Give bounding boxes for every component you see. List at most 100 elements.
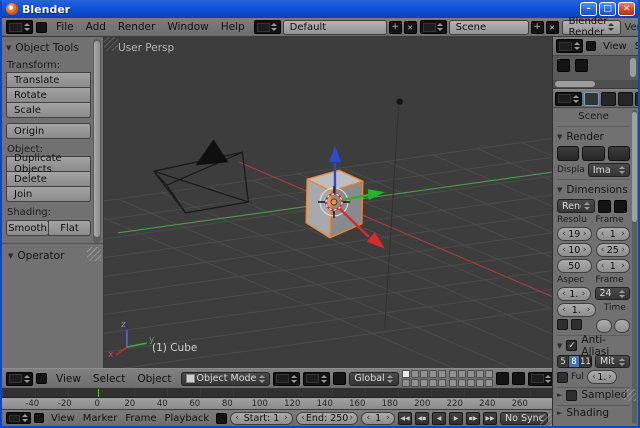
render-animation-button[interactable] [582,146,604,161]
layer-toggle[interactable] [420,379,428,387]
window-titlebar[interactable]: Blender – □ ✕ [2,0,638,18]
tool-button[interactable]: Scale [6,102,91,118]
add-preset-button[interactable] [598,200,611,213]
object-mode-dropdown[interactable]: Object Mode [181,372,271,386]
frame-end-field[interactable]: ‹25› [596,243,631,257]
anti-aliasing-checkbox[interactable]: ✓ [566,340,577,351]
timeline-ruler[interactable]: -40-200204060801001201401601802002202402… [2,398,552,410]
layer-toggle[interactable] [449,370,457,378]
aa-filter-dropdown[interactable]: Mit [595,355,630,368]
increment-arrow-icon[interactable]: › [586,304,592,316]
frame-step-field[interactable]: ‹1› [596,259,631,273]
display-mode-dropdown[interactable]: Ima [588,163,630,177]
shelf-scrollbar[interactable] [94,41,100,237]
scene-field[interactable]: Scene [449,20,529,35]
layer-toggle[interactable] [458,379,466,387]
editor-type-button[interactable] [555,92,582,106]
tool-button[interactable]: Smooth [6,220,49,236]
add-scene-button[interactable]: + [531,21,544,34]
aa-samples-5-button[interactable]: 5 [558,356,569,367]
panel-resize-grip[interactable] [624,389,636,401]
pivot-point-dropdown[interactable] [303,372,330,386]
frame-start-field[interactable]: ‹ Start: 1 › [230,412,293,425]
play-reverse-button[interactable]: ◀ [432,412,446,425]
editor-corner-grip[interactable] [104,37,118,51]
menu-item[interactable]: Add [80,21,112,33]
menu-item[interactable]: View [47,413,79,424]
panel-header-sampled[interactable]: ► Sampled [557,387,630,402]
screen-layout-browse-button[interactable] [254,20,281,34]
layer-toggle[interactable] [476,379,484,387]
next-keyframe-button[interactable]: ▪▶ [466,412,480,425]
aspect-x-field[interactable]: ‹1.› [557,287,591,301]
layer-toggle[interactable] [402,379,410,387]
properties-tab-world[interactable] [618,92,633,106]
resolution-percentage-field[interactable]: 50 [557,259,592,273]
tool-button[interactable]: Duplicate Objects [6,156,91,172]
increment-arrow-icon[interactable]: › [283,412,289,424]
panel-header-render[interactable]: ▼ Render [557,129,630,144]
border-checkbox[interactable] [557,319,568,330]
time-remap-new-field[interactable] [614,319,630,333]
increment-arrow-icon[interactable]: › [581,288,587,300]
current-frame-marker[interactable] [98,389,99,397]
increment-arrow-icon[interactable]: › [582,244,588,256]
increment-arrow-icon[interactable]: › [620,244,626,256]
origin-button[interactable]: Origin [6,123,91,139]
aa-samples-8-button[interactable]: 8 [569,356,580,367]
header-menu-icon[interactable] [34,413,44,423]
screen-layout-field[interactable]: Default [283,20,387,35]
layer-toggle[interactable] [438,370,446,378]
properties-tab-scene[interactable] [601,92,616,106]
frame-end-field[interactable]: ‹ End: 250 › [296,412,358,425]
increment-arrow-icon[interactable]: › [620,228,626,240]
menu-item[interactable]: Object [131,373,177,385]
layer-toggle[interactable] [458,370,466,378]
outliner-item-icon[interactable] [575,59,588,72]
outliner-hscrollbar[interactable] [555,81,595,87]
properties-tab-render[interactable] [584,92,599,106]
menu-item[interactable]: Select [87,373,131,385]
manipulator-toggle-button[interactable] [333,372,346,385]
viewport-shading-dropdown[interactable] [273,372,300,386]
increment-arrow-icon[interactable]: › [348,412,354,424]
layer-toggle[interactable] [420,370,428,378]
aa-samples-11-button[interactable]: 11 [580,356,591,367]
menu-item[interactable]: View [50,373,87,385]
timeline-track[interactable] [2,389,552,398]
menu-item[interactable]: Playback [160,413,213,424]
render-image-button[interactable] [557,146,579,161]
panel-header-anti-aliasing[interactable]: ▼ ✓ Anti-Aliasi [557,338,630,353]
current-frame-field[interactable]: ‹ 1 › [361,412,395,425]
jump-to-end-button[interactable]: ▶▶ [483,412,497,425]
render-presets-dropdown[interactable]: Rend [557,199,595,213]
jump-to-start-button[interactable]: ◀◀ [398,412,412,425]
editor-type-button[interactable] [6,372,33,386]
minimize-button[interactable]: – [580,2,597,16]
tool-button[interactable]: Rotate [6,87,91,103]
panel-header-dimensions[interactable]: ▼ Dimensions [557,182,630,197]
scene-browse-button[interactable] [420,20,447,34]
layer-toggle[interactable] [485,379,493,387]
snap-magnet-button[interactable] [512,372,525,385]
layer-toggle[interactable] [476,370,484,378]
filter-size-field[interactable]: ‹1.› [587,370,617,384]
increment-arrow-icon[interactable]: › [620,260,626,272]
full-sample-checkbox[interactable] [557,372,568,383]
increment-arrow-icon[interactable]: › [582,228,588,240]
layer-toggle[interactable] [411,370,419,378]
tool-button[interactable]: Flat [48,220,91,236]
outliner-tree[interactable] [553,56,638,80]
header-menu-icon[interactable] [586,41,596,51]
snap-element-dropdown[interactable] [528,372,555,386]
aspect-y-field[interactable]: ‹1.› [557,303,596,317]
orientation-dropdown[interactable]: Global [349,372,398,386]
properties-tab-object[interactable] [635,92,638,106]
previous-keyframe-button[interactable]: ◀▪ [415,412,429,425]
resolution-y-field[interactable]: ‹10› [557,243,592,257]
editor-corner-grip[interactable] [540,414,552,426]
tool-button[interactable]: Join [6,186,91,202]
increment-arrow-icon[interactable]: › [607,371,613,383]
editor-type-button[interactable] [556,39,583,53]
close-button[interactable]: ✕ [618,2,635,16]
